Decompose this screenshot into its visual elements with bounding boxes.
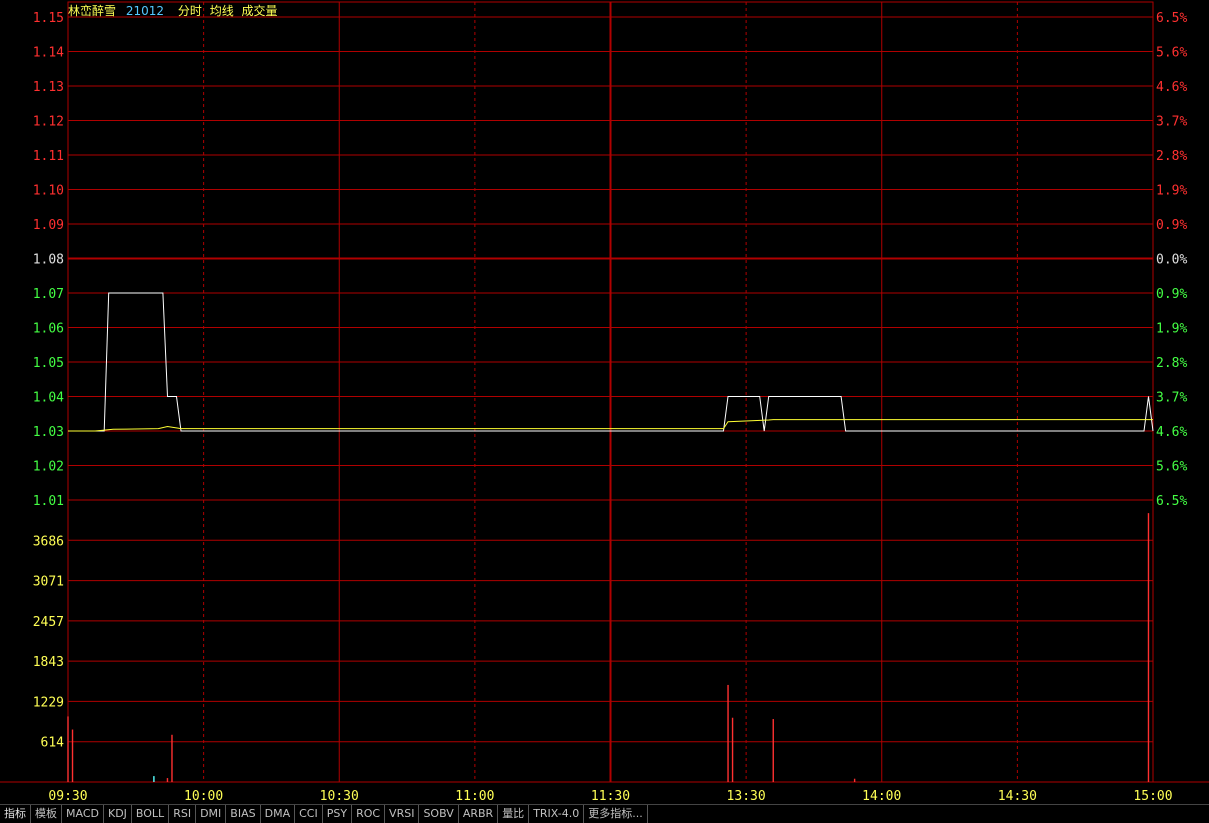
- indicator-tab-bar: 指标 模板 MACD KDJ BOLL RSI DMI BIAS DMA CCI…: [0, 804, 1209, 823]
- percent-tick-label: 3.7%: [1156, 391, 1187, 406]
- tab-indicator[interactable]: 指标: [0, 805, 31, 823]
- volume-tick-label: 1229: [33, 695, 64, 710]
- price-tick-label: 1.02: [33, 460, 64, 475]
- tab-more-indicators[interactable]: 更多指标...: [584, 805, 648, 823]
- tab-template[interactable]: 模板: [31, 805, 62, 823]
- price-tick-label: 1.11: [33, 149, 64, 164]
- price-tick-label: 1.03: [33, 425, 64, 440]
- price-tick-label: 1.04: [33, 391, 64, 406]
- time-tick-label: 11:30: [591, 789, 630, 804]
- percent-tick-label: 5.6%: [1156, 460, 1187, 475]
- price-tick-label: 1.07: [33, 287, 64, 302]
- tab-sobv[interactable]: SOBV: [419, 805, 459, 823]
- tab-roc[interactable]: ROC: [352, 805, 386, 823]
- price-tick-label: 1.08: [33, 253, 64, 268]
- volume-tick-label: 3686: [33, 534, 64, 549]
- tab-dmi[interactable]: DMI: [196, 805, 227, 823]
- time-tick-label: 09:30: [48, 789, 87, 804]
- tab-boll[interactable]: BOLL: [132, 805, 170, 823]
- price-tick-label: 1.12: [33, 115, 64, 130]
- tab-cci[interactable]: CCI: [295, 805, 323, 823]
- time-tick-label: 15:00: [1133, 789, 1172, 804]
- percent-tick-label: 6.5%: [1156, 494, 1187, 509]
- volume-tick-label: 1843: [33, 655, 64, 670]
- percent-tick-label: 4.6%: [1156, 80, 1187, 95]
- volume-tick-label: 3071: [33, 575, 64, 590]
- tab-bias[interactable]: BIAS: [226, 805, 261, 823]
- percent-tick-label: 1.9%: [1156, 184, 1187, 199]
- price-tick-label: 1.05: [33, 356, 64, 371]
- percent-tick-label: 2.8%: [1156, 356, 1187, 371]
- menu-volume[interactable]: 成交量: [242, 4, 278, 18]
- price-tick-label: 1.15: [33, 11, 64, 26]
- percent-tick-label: 6.5%: [1156, 11, 1187, 26]
- percent-tick-label: 5.6%: [1156, 46, 1187, 61]
- price-tick-label: 1.10: [33, 184, 64, 199]
- percent-tick-label: 2.8%: [1156, 149, 1187, 164]
- menu-time-share[interactable]: 分时: [178, 4, 202, 18]
- chart-header: 林峦醉雪 21012 分时 均线 成交量: [68, 2, 278, 19]
- percent-tick-label: 0.0%: [1156, 253, 1187, 268]
- tab-rsi[interactable]: RSI: [169, 805, 197, 823]
- tab-kdj[interactable]: KDJ: [104, 805, 132, 823]
- tab-dma[interactable]: DMA: [261, 805, 296, 823]
- percent-tick-label: 4.6%: [1156, 425, 1187, 440]
- time-tick-label: 11:00: [455, 789, 494, 804]
- time-tick-label: 13:30: [727, 789, 766, 804]
- price-tick-label: 1.06: [33, 322, 64, 337]
- time-tick-label: 14:00: [862, 789, 901, 804]
- menu-moving-average[interactable]: 均线: [210, 4, 234, 18]
- price-tick-label: 1.09: [33, 218, 64, 233]
- intraday-chart-window: 1.15 6.5% 1.14 5.6% 1.13 4.6% 1.12 3.7% 1.11 2.8%…: [0, 0, 1209, 823]
- price-tick-label: 1.01: [33, 494, 64, 509]
- volume-tick-label: 614: [41, 736, 65, 751]
- percent-tick-label: 0.9%: [1156, 218, 1187, 233]
- percent-tick-label: 3.7%: [1156, 115, 1187, 130]
- time-tick-label: 10:00: [184, 789, 223, 804]
- volume-tick-label: 2457: [33, 615, 64, 630]
- percent-tick-label: 0.9%: [1156, 287, 1187, 302]
- tab-volume-ratio[interactable]: 量比: [498, 805, 530, 823]
- price-tick-label: 1.14: [33, 46, 64, 61]
- tab-trix[interactable]: TRIX-4.0: [529, 805, 585, 823]
- tab-macd[interactable]: MACD: [62, 805, 104, 823]
- price-tick-label: 1.13: [33, 80, 64, 95]
- stock-name: 林峦醉雪: [68, 4, 117, 18]
- time-tick-label: 14:30: [998, 789, 1037, 804]
- time-tick-label: 10:30: [320, 789, 359, 804]
- percent-tick-label: 1.9%: [1156, 322, 1187, 337]
- tab-arbr[interactable]: ARBR: [459, 805, 499, 823]
- tab-psy[interactable]: PSY: [323, 805, 353, 823]
- tab-vrsi[interactable]: VRSI: [385, 805, 420, 823]
- time-share-chart[interactable]: 1.15 6.5% 1.14 5.6% 1.13 4.6% 1.12 3.7% 1.11 2.8%…: [0, 0, 1209, 804]
- stock-code: 21012: [125, 4, 165, 18]
